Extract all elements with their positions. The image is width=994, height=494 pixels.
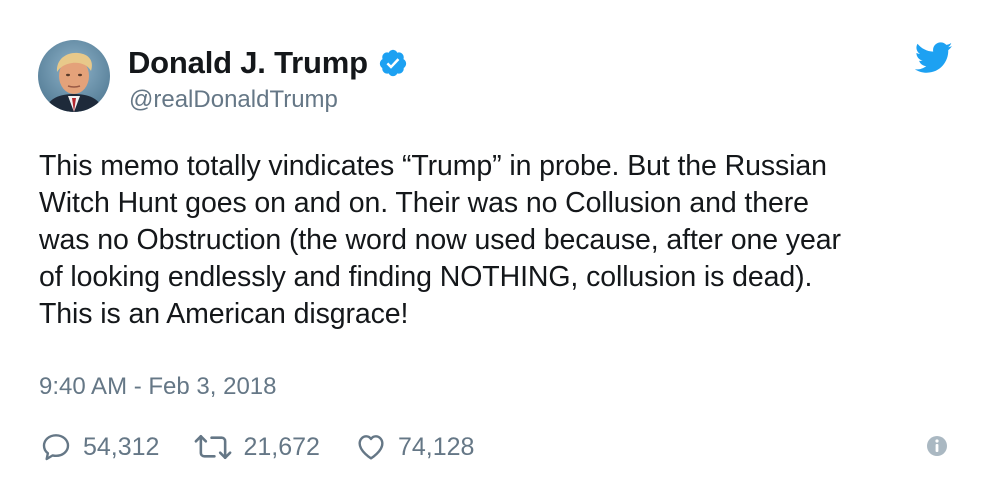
tweet-actions: 54,312 21,672 74,128 <box>39 428 508 466</box>
user-name-row: Donald J. Trump <box>128 43 408 83</box>
twitter-bird-icon[interactable] <box>915 42 953 74</box>
verified-badge-icon <box>379 49 406 77</box>
avatar[interactable] <box>38 40 110 112</box>
tweet-text-line: Witch Hunt goes on and on. Their was no … <box>39 187 809 219</box>
retweet-icon <box>195 435 232 459</box>
user-handle[interactable]: @realDonaldTrump <box>129 86 338 114</box>
tweet-timestamp[interactable]: 9:40 AM - Feb 3, 2018 <box>39 373 276 401</box>
retweet-button[interactable]: 21,672 <box>193 432 320 462</box>
like-button[interactable]: 74,128 <box>354 431 474 463</box>
info-icon[interactable] <box>925 434 949 458</box>
reply-button[interactable]: 54,312 <box>39 431 159 463</box>
avatar-image <box>38 40 110 112</box>
tweet-text: This memo totally vindicates “Trump” in … <box>39 148 959 333</box>
reply-count: 54,312 <box>83 432 160 461</box>
tweet-text-line: was no Obstruction (the word now used be… <box>39 224 841 256</box>
tweet-text-line: This memo totally vindicates “Trump” in … <box>39 150 827 182</box>
reply-bubble-icon <box>42 434 70 461</box>
user-display-name[interactable]: Donald J. Trump <box>128 45 368 81</box>
heart-icon <box>358 435 384 460</box>
retweet-count: 21,672 <box>243 432 320 461</box>
tweet-text-line: This is an American disgrace! <box>39 298 409 330</box>
tweet-card: Donald J. Trump @realDonaldTrump This me… <box>0 0 994 494</box>
tweet-text-line: of looking endlessly and finding NOTHING… <box>39 261 813 293</box>
like-count: 74,128 <box>397 432 475 461</box>
